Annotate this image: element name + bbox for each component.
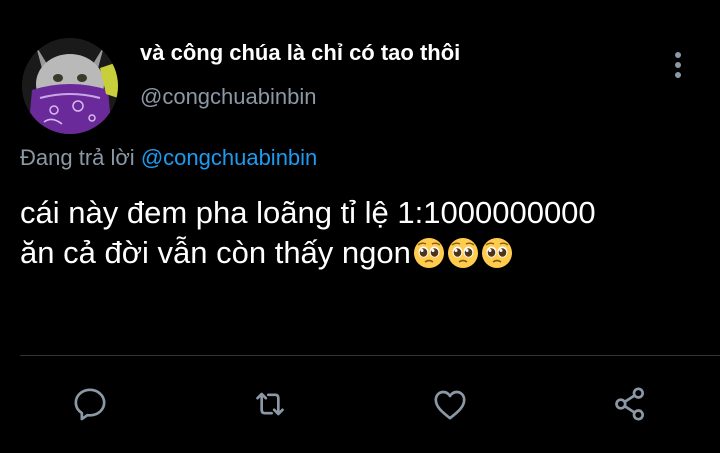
pleading-face-emoji-icon [481, 238, 512, 268]
retweet-icon [256, 392, 284, 416]
reply-context: Đang trả lời @congchuabinbin [20, 145, 317, 171]
retweet-button[interactable] [248, 382, 292, 426]
share-button[interactable] [608, 382, 652, 426]
like-button[interactable] [428, 382, 472, 426]
avatar-image [22, 38, 118, 134]
reply-button[interactable] [68, 382, 112, 426]
tweet-text: cái này đem pha loãng tỉ lệ 1:1000000000… [20, 193, 710, 273]
more-options-icon[interactable] [668, 48, 688, 82]
more-dot [675, 72, 681, 78]
pleading-face-emoji-icon [413, 238, 444, 268]
reply-icon [74, 388, 106, 421]
more-dot [675, 62, 681, 68]
reply-mention-link[interactable]: @congchuabinbin [141, 145, 317, 170]
divider [20, 355, 720, 356]
more-dot [675, 52, 681, 58]
tweet-text-line: cái này đem pha loãng tỉ lệ 1:1000000000 [20, 195, 596, 230]
reply-prefix: Đang trả lời [20, 145, 135, 170]
pleading-face-emoji-icon [447, 238, 478, 268]
avatar[interactable] [22, 38, 118, 134]
like-icon [434, 390, 466, 420]
display-name[interactable]: và công chúa là chỉ có tao thôi [140, 40, 460, 66]
share-icon [615, 387, 644, 421]
tweet-text-line-2: ăn cả đời vẫn còn thấy ngon [20, 233, 710, 273]
tweet-text-line: ăn cả đời vẫn còn thấy ngon [20, 235, 411, 270]
user-handle[interactable]: @congchuabinbin [140, 84, 316, 110]
